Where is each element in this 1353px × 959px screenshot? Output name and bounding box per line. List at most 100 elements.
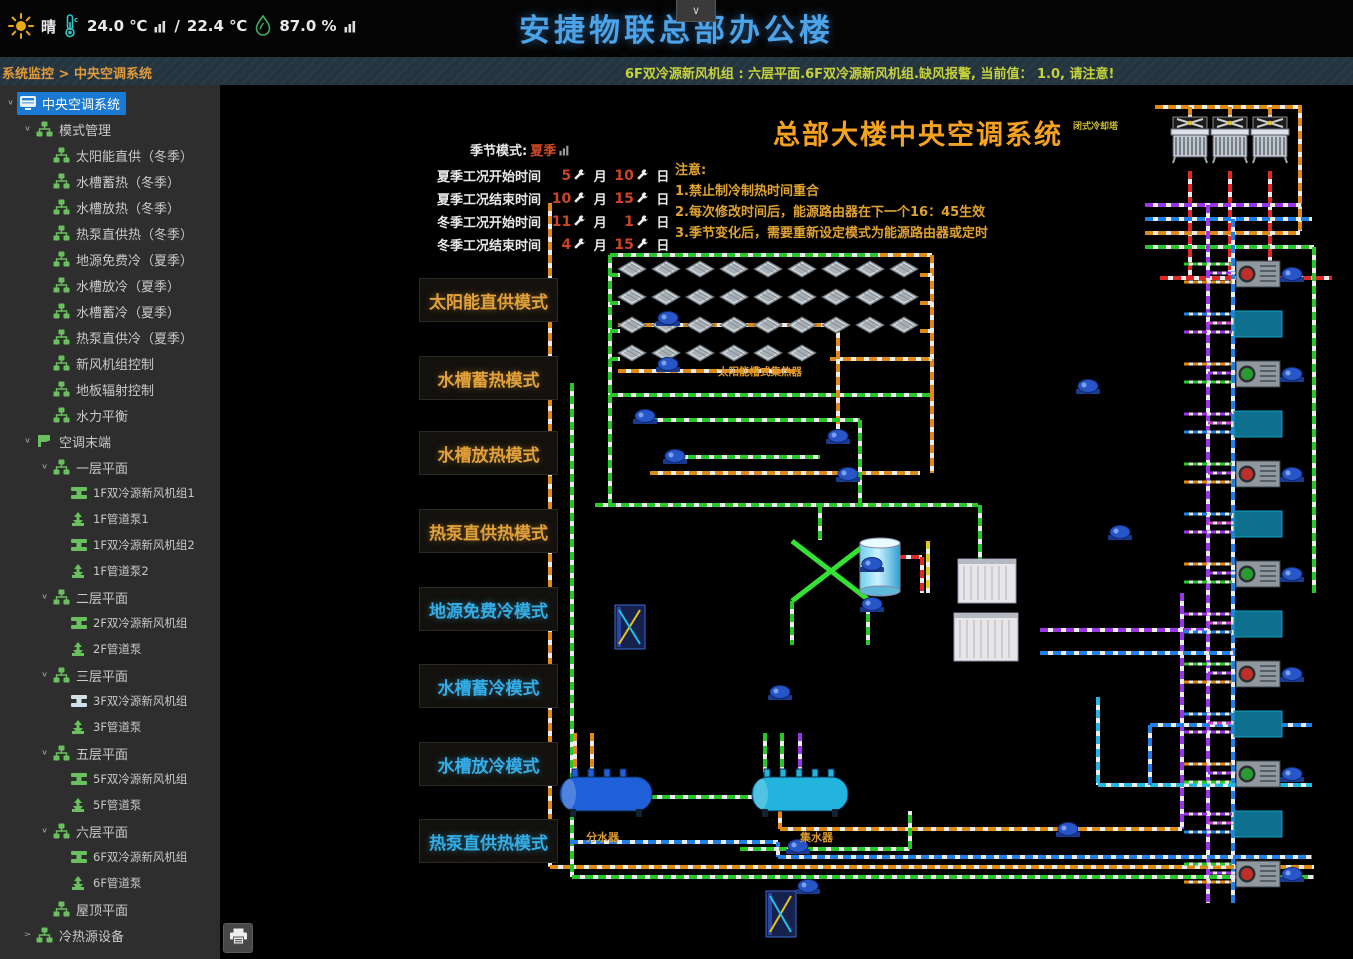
edit-month-wrench-icon[interactable] <box>573 238 588 251</box>
tree-item-floor-2[interactable]: ∨二层平面 <box>0 584 220 610</box>
tree-item-floor-radiant-control[interactable]: ∨地板辐射控制 <box>0 376 220 402</box>
plate-heat-exchanger[interactable] <box>766 891 796 937</box>
pump-icon[interactable] <box>1076 380 1100 395</box>
chevron-down-icon[interactable]: ∨ <box>38 671 51 679</box>
pump-icon[interactable] <box>796 880 820 895</box>
edit-month-wrench-icon[interactable] <box>573 169 588 182</box>
edit-day-wrench-icon[interactable] <box>636 192 651 205</box>
tree-item-hydraulic-balance[interactable]: ∨水力平衡 <box>0 402 220 428</box>
chevron-down-icon[interactable]: ∨ <box>38 827 51 835</box>
tree-item-heatpump-direct-cool-summer[interactable]: ∨热泵直供冷（夏季） <box>0 324 220 350</box>
water-distributor-tank[interactable] <box>560 769 652 817</box>
tree-item-1f-pump-1[interactable]: ∨1F管道泵1 <box>0 506 220 532</box>
terminal-label-box[interactable] <box>1234 611 1282 637</box>
tree-item-floor-6[interactable]: ∨六层平面 <box>0 818 220 844</box>
tree-item-6f-ahu[interactable]: ∨6F双冷源新风机组 <box>0 844 220 870</box>
terminal-label-box[interactable] <box>1234 811 1282 837</box>
pump-icon[interactable] <box>826 430 850 445</box>
edit-month-wrench-icon[interactable] <box>573 215 588 228</box>
tree-item-tank-store-cool-summer[interactable]: ∨水槽蓄冷（夏季） <box>0 298 220 324</box>
tree-item-floor-3[interactable]: ∨三层平面 <box>0 662 220 688</box>
pump-icon[interactable] <box>1108 526 1132 541</box>
tree-item-solar-direct-winter[interactable]: ∨太阳能直供（冬季） <box>0 142 220 168</box>
chevron-right-icon[interactable]: > <box>21 931 34 939</box>
tree-item-1f-pump-2[interactable]: ∨1F管道泵2 <box>0 558 220 584</box>
fan-coil-unit[interactable] <box>1236 461 1280 487</box>
tree-item-ground-free-cooling-summer[interactable]: ∨地源免费冷（夏季） <box>0 246 220 272</box>
pump-icon[interactable] <box>1280 868 1304 883</box>
terminal-label-box[interactable] <box>1234 411 1282 437</box>
chevron-down-icon[interactable]: ∨ <box>4 99 17 107</box>
pump-icon[interactable] <box>1280 468 1304 483</box>
edit-day-wrench-icon[interactable] <box>636 215 651 228</box>
mode-button-7[interactable]: 热泵直供热模式 <box>419 819 558 863</box>
chiller-unit[interactable] <box>958 559 1016 603</box>
tree-item-fresh-air-unit-control[interactable]: ∨新风机组控制 <box>0 350 220 376</box>
cooling-tower[interactable] <box>1251 117 1289 163</box>
chevron-down-icon[interactable]: ∨ <box>38 463 51 471</box>
tree-item-cold-heat-source[interactable]: >冷热源设备 <box>0 922 220 948</box>
terminal-label-box[interactable] <box>1234 711 1282 737</box>
tree-item-floor-1[interactable]: ∨一层平面 <box>0 454 220 480</box>
tree-item-roof[interactable]: ∨屋顶平面 <box>0 896 220 922</box>
fan-coil-unit[interactable] <box>1236 561 1280 587</box>
tree-item-heatpump-direct-heat-winter[interactable]: ∨热泵直供热（冬季） <box>0 220 220 246</box>
mode-button-2[interactable]: 水槽放热模式 <box>419 431 558 475</box>
chiller-unit[interactable] <box>954 613 1018 661</box>
fan-coil-unit[interactable] <box>1236 261 1280 287</box>
tree-item-tank-store-heat-winter[interactable]: ∨水槽蓄热（冬季） <box>0 168 220 194</box>
tree-item-5f-ahu[interactable]: ∨5F双冷源新风机组 <box>0 766 220 792</box>
chevron-down-icon[interactable]: ∨ <box>21 125 34 133</box>
tree-item-floor-5[interactable]: ∨五层平面 <box>0 740 220 766</box>
tree-item-mode-management[interactable]: ∨模式管理 <box>0 116 220 142</box>
chevron-down-icon[interactable]: ∨ <box>21 437 34 445</box>
pump-icon[interactable] <box>633 410 657 425</box>
tree-item-tank-release-cool-summer[interactable]: ∨水槽放冷（夏季） <box>0 272 220 298</box>
pump-icon[interactable] <box>1056 823 1080 838</box>
mode-button-1[interactable]: 水槽蓄热模式 <box>419 356 558 400</box>
water-collector-tank[interactable] <box>752 769 848 817</box>
pump-icon[interactable] <box>1280 568 1304 583</box>
tree-item-tank-release-heat-winter[interactable]: ∨水槽放热（冬季） <box>0 194 220 220</box>
chevron-down-icon[interactable]: ∨ <box>38 593 51 601</box>
tree-item-ac-terminals[interactable]: ∨空调末端 <box>0 428 220 454</box>
edit-day-wrench-icon[interactable] <box>636 238 651 251</box>
pump-icon[interactable] <box>663 450 687 465</box>
pump-icon[interactable] <box>860 598 884 613</box>
tree-item-3f-pump[interactable]: ∨3F管道泵 <box>0 714 220 740</box>
terminal-label-box[interactable] <box>1234 511 1282 537</box>
pump-icon[interactable] <box>768 686 792 701</box>
cooling-tower[interactable] <box>1171 117 1209 163</box>
tree-item-2f-pump[interactable]: ∨2F管道泵 <box>0 636 220 662</box>
pump-icon[interactable] <box>656 312 680 327</box>
terminal-label-box[interactable] <box>1234 311 1282 337</box>
pump-icon[interactable] <box>836 468 860 483</box>
tree-item-2f-ahu[interactable]: ∨2F双冷源新风机组 <box>0 610 220 636</box>
pump-icon[interactable] <box>1280 668 1304 683</box>
mode-button-4[interactable]: 地源免费冷模式 <box>419 587 558 631</box>
pump-icon[interactable] <box>1280 768 1304 783</box>
plate-heat-exchanger[interactable] <box>615 605 645 649</box>
mode-button-5[interactable]: 水槽蓄冷模式 <box>419 664 558 708</box>
pump-icon[interactable] <box>656 358 680 373</box>
chevron-down-icon[interactable]: ∨ <box>38 749 51 757</box>
mode-button-0[interactable]: 太阳能直供模式 <box>419 278 558 322</box>
collapse-tab[interactable]: ∨ <box>676 0 716 22</box>
edit-month-wrench-icon[interactable] <box>573 192 588 205</box>
tree-item-1f-ahu-1[interactable]: ∨1F双冷源新风机组1 <box>0 480 220 506</box>
breadcrumb[interactable]: 系统监控 > 中央空调系统 <box>2 63 152 82</box>
print-button[interactable] <box>223 923 253 953</box>
fan-coil-unit[interactable] <box>1236 761 1280 787</box>
cooling-tower[interactable] <box>1211 117 1249 163</box>
tree-item-6f-pump[interactable]: ∨6F管道泵 <box>0 870 220 896</box>
tree-item-3f-ahu[interactable]: ∨3F双冷源新风机组 <box>0 688 220 714</box>
tree-item-1f-ahu-2[interactable]: ∨1F双冷源新风机组2 <box>0 532 220 558</box>
pump-icon[interactable] <box>1280 268 1304 283</box>
fan-coil-unit[interactable] <box>1236 861 1280 887</box>
tree-item-central-ac-system[interactable]: ∨中央空调系统 <box>0 90 220 116</box>
edit-day-wrench-icon[interactable] <box>636 169 651 182</box>
pump-icon[interactable] <box>1280 368 1304 383</box>
tree-item-5f-pump[interactable]: ∨5F管道泵 <box>0 792 220 818</box>
fan-coil-unit[interactable] <box>1236 661 1280 687</box>
mode-button-6[interactable]: 水槽放冷模式 <box>419 742 558 786</box>
